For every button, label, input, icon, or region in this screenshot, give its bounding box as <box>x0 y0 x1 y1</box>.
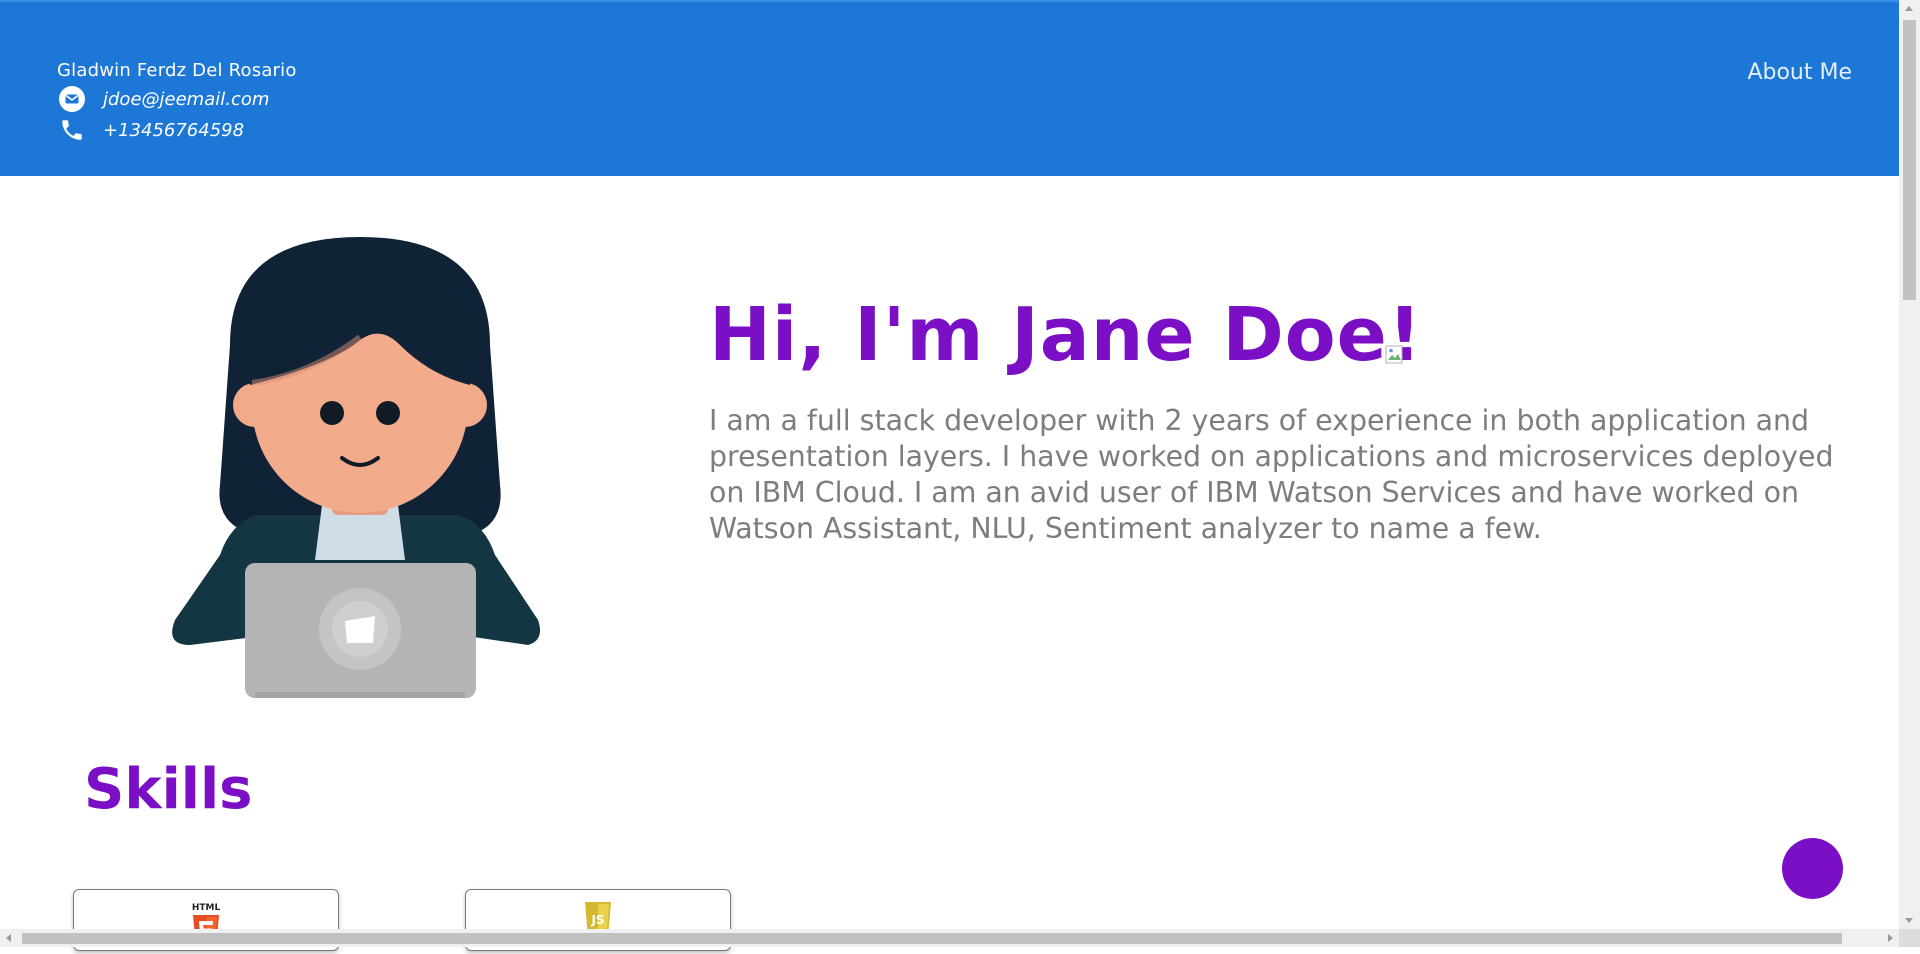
envelope-icon <box>58 85 86 113</box>
scroll-right-arrow-icon[interactable] <box>1888 934 1893 942</box>
horizontal-scrollbar[interactable] <box>0 929 1899 947</box>
phone-icon <box>58 116 86 144</box>
svg-text:HTML: HTML <box>192 903 221 913</box>
scroll-down-arrow-icon[interactable] <box>1905 918 1913 923</box>
horizontal-scroll-thumb[interactable] <box>22 933 1842 944</box>
floating-action-button[interactable] <box>1782 838 1843 899</box>
email-text[interactable]: jdoe@jeemail.com <box>103 89 269 110</box>
skills-heading: Skills <box>84 757 253 822</box>
developer-avatar-illustration <box>160 225 560 700</box>
svg-text:JS: JS <box>590 913 604 927</box>
vertical-scrollbar[interactable] <box>1899 0 1920 929</box>
phone-text[interactable]: +13456764598 <box>103 120 244 141</box>
phone-contact[interactable]: +13456764598 <box>58 116 244 144</box>
email-contact[interactable]: jdoe@jeemail.com <box>58 85 269 113</box>
contact-name: Gladwin Ferdz Del Rosario <box>57 60 297 81</box>
nav-about-me-link[interactable]: About Me <box>1747 60 1852 85</box>
hero-description: I am a full stack developer with 2 years… <box>709 404 1834 545</box>
scroll-up-arrow-icon[interactable] <box>1905 6 1913 11</box>
site-header: Gladwin Ferdz Del Rosario jdoe@jeemail.c… <box>0 0 1899 176</box>
broken-image-icon <box>1385 345 1405 365</box>
scrollbar-corner <box>1899 929 1920 947</box>
vertical-scroll-thumb[interactable] <box>1903 20 1916 300</box>
scroll-left-arrow-icon[interactable] <box>6 934 11 942</box>
hero-title: Hi, I'm Jane Doe! <box>709 292 1423 378</box>
